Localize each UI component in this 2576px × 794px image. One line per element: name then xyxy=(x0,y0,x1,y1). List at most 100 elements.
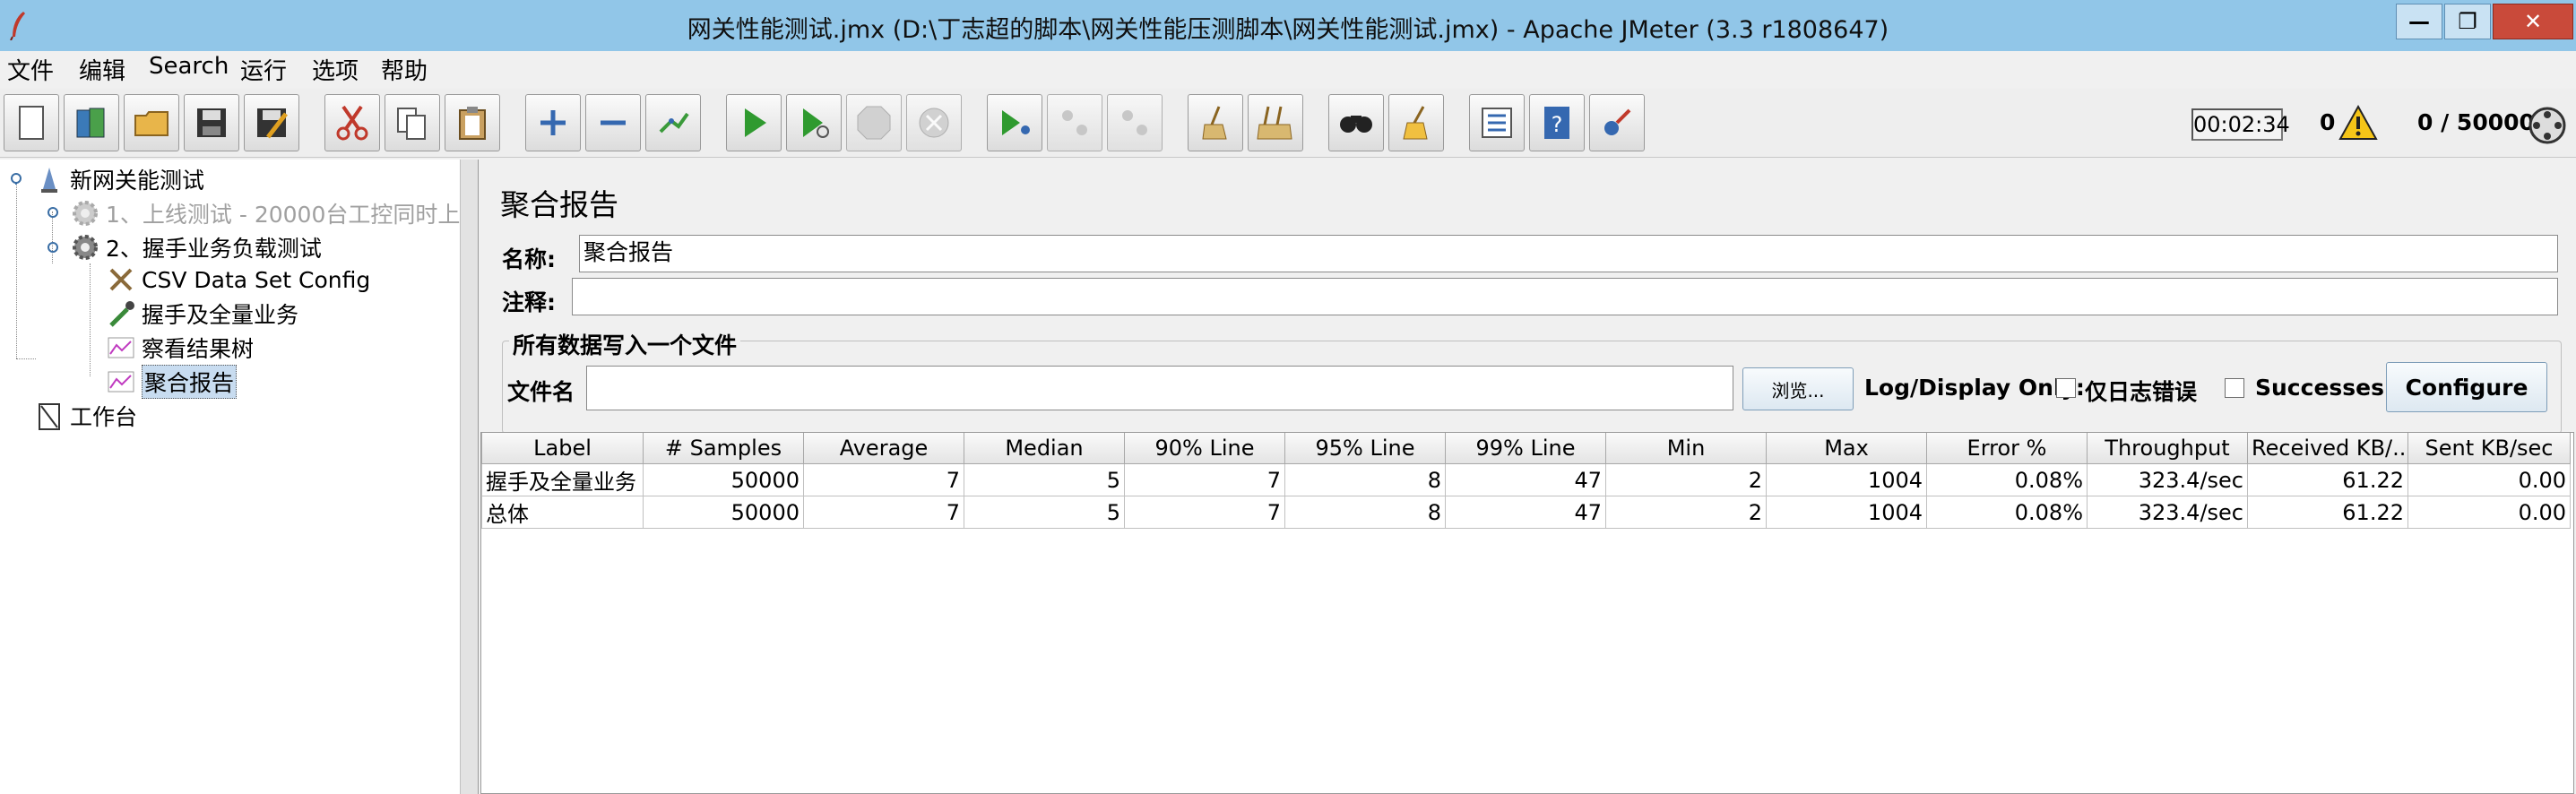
filename-field[interactable] xyxy=(586,366,1733,410)
collapse-button[interactable] xyxy=(585,94,641,151)
column-header[interactable]: Throughput xyxy=(2087,433,2248,464)
comment-field[interactable] xyxy=(572,278,2558,315)
column-header[interactable]: Average xyxy=(803,433,964,464)
tree-node-thread-group-1[interactable]: 1、上线测试 - 20000台工控同时上线 xyxy=(70,197,482,229)
column-header[interactable]: Received KB/... xyxy=(2247,433,2408,464)
browse-button[interactable]: 浏览... xyxy=(1742,367,1854,410)
menu-run[interactable]: 运行 xyxy=(240,53,287,86)
column-header[interactable]: 99% Line xyxy=(1445,433,1606,464)
table-cell: 0.00 xyxy=(2407,496,2571,529)
save-as-button[interactable] xyxy=(244,94,299,151)
tree-node-aggregate-report[interactable]: 聚合报告 xyxy=(106,365,238,399)
column-header[interactable]: 95% Line xyxy=(1284,433,1446,464)
collapse-handle-icon[interactable] xyxy=(47,241,59,254)
column-header[interactable]: Max xyxy=(1766,433,1927,464)
successes-checkbox[interactable] xyxy=(2225,378,2244,398)
tree-node-workbench[interactable]: 工作台 xyxy=(34,400,137,432)
reset-search-button[interactable] xyxy=(1388,94,1444,151)
save-button[interactable] xyxy=(184,94,239,151)
stop-button[interactable] xyxy=(846,94,902,151)
column-header[interactable]: Error % xyxy=(1926,433,2088,464)
window-title: 网关性能测试.jmx (D:\丁志超的脚本\网关性能压测脚本\网关性能测试.jm… xyxy=(687,16,1889,44)
tree-node-view-results-tree[interactable]: 察看结果树 xyxy=(106,332,254,364)
table-row[interactable]: 握手及全量业务 50000 7 5 7 8 47 2 1004 0.08% 32… xyxy=(481,463,2571,496)
tree-node-sampler[interactable]: 握手及全量业务 xyxy=(106,298,298,330)
column-header[interactable]: Sent KB/sec xyxy=(2407,433,2571,464)
remote-shutdown-all-icon xyxy=(1122,110,1147,135)
tree-node-label: 2、握手业务负载测试 xyxy=(106,236,322,262)
table-row[interactable]: 总体 50000 7 5 7 8 47 2 1004 0.08% 323.4/s… xyxy=(481,496,2571,529)
start-icon xyxy=(745,108,766,137)
function-helper-icon xyxy=(1482,108,1512,138)
column-header[interactable]: 90% Line xyxy=(1124,433,1285,464)
table-cell: 1004 xyxy=(1766,463,1927,496)
test-plan-icon xyxy=(41,168,57,193)
start-button[interactable] xyxy=(726,94,782,151)
file-output-legend: 所有数据写入一个文件 xyxy=(509,328,741,360)
expand-button[interactable] xyxy=(525,94,581,151)
column-header[interactable]: # Samples xyxy=(643,433,804,464)
menu-edit[interactable]: 编辑 xyxy=(79,53,125,86)
warning-icon[interactable] xyxy=(2338,104,2378,142)
column-header[interactable]: Median xyxy=(964,433,1125,464)
table-cell: 1004 xyxy=(1766,496,1927,529)
toggle-button[interactable] xyxy=(645,94,701,151)
menu-help[interactable]: 帮助 xyxy=(381,53,428,86)
remote-start-all-button[interactable] xyxy=(987,94,1042,151)
successes-checkbox-label: Successes xyxy=(2255,375,2384,401)
configure-button[interactable]: Configure xyxy=(2386,362,2547,412)
table-cell: 323.4/sec xyxy=(2087,496,2248,529)
table-cell: 7 xyxy=(803,496,964,529)
menu-bar: 文件 编辑 Search 运行 选项 帮助 xyxy=(0,51,2576,87)
minimize-button[interactable]: — xyxy=(2396,4,2442,39)
start-no-pause-button[interactable] xyxy=(786,94,842,151)
table-cell: 8 xyxy=(1284,463,1446,496)
new-icon xyxy=(19,106,44,140)
open-icon xyxy=(134,111,169,136)
table-cell: 0.00 xyxy=(2407,463,2571,496)
menu-search[interactable]: Search xyxy=(149,53,229,80)
expand-handle-icon[interactable] xyxy=(47,206,59,219)
page-title: 聚合报告 xyxy=(500,187,618,222)
comment-label: 注释: xyxy=(502,289,556,315)
config-tools-icon xyxy=(109,268,133,291)
remote-stop-all-icon xyxy=(1062,110,1087,135)
collapse-handle-icon[interactable] xyxy=(10,172,22,185)
close-icon: ✕ xyxy=(2523,9,2543,34)
templates-button[interactable] xyxy=(64,94,119,151)
clear-button[interactable] xyxy=(1188,94,1243,151)
column-header[interactable]: Min xyxy=(1605,433,1767,464)
errors-checkbox[interactable] xyxy=(2056,378,2076,398)
menu-options[interactable]: 选项 xyxy=(312,53,359,86)
help-button[interactable]: ? xyxy=(1529,94,1585,151)
name-field[interactable]: 聚合报告 xyxy=(579,235,2558,272)
paste-button[interactable] xyxy=(445,94,500,151)
remote-stop-all-button[interactable] xyxy=(1047,94,1102,151)
save-icon xyxy=(197,108,226,137)
cut-button[interactable] xyxy=(324,94,380,151)
remote-shutdown-all-button[interactable] xyxy=(1107,94,1163,151)
panel-splitter[interactable] xyxy=(460,160,479,794)
column-header[interactable]: Label xyxy=(481,433,644,464)
menu-file[interactable]: 文件 xyxy=(7,53,54,86)
tree-node-thread-group-2[interactable]: 2、握手业务负载测试 xyxy=(70,231,322,263)
restore-button[interactable]: ❐ xyxy=(2444,4,2491,39)
toggle-icon xyxy=(659,112,689,134)
tree-node-label: 聚合报告 xyxy=(142,365,238,399)
tree-node-test-plan[interactable]: 新网关能测试 xyxy=(34,163,204,195)
new-button[interactable] xyxy=(4,94,59,151)
ssl-manager-button[interactable] xyxy=(1589,94,1645,151)
function-helper-button[interactable] xyxy=(1469,94,1525,151)
table-cell: 2 xyxy=(1605,496,1767,529)
search-button[interactable] xyxy=(1328,94,1384,151)
table-cell: 7 xyxy=(1124,496,1285,529)
close-button[interactable]: ✕ xyxy=(2493,4,2573,39)
stop-icon xyxy=(857,106,891,140)
workbench-icon xyxy=(39,403,60,430)
clear-all-button[interactable] xyxy=(1248,94,1303,151)
tree-node-label: 察看结果树 xyxy=(142,336,255,362)
shutdown-button[interactable] xyxy=(906,94,962,151)
tree-node-csv-config[interactable]: CSV Data Set Config xyxy=(106,263,370,296)
open-button[interactable] xyxy=(124,94,179,151)
copy-button[interactable] xyxy=(385,94,440,151)
